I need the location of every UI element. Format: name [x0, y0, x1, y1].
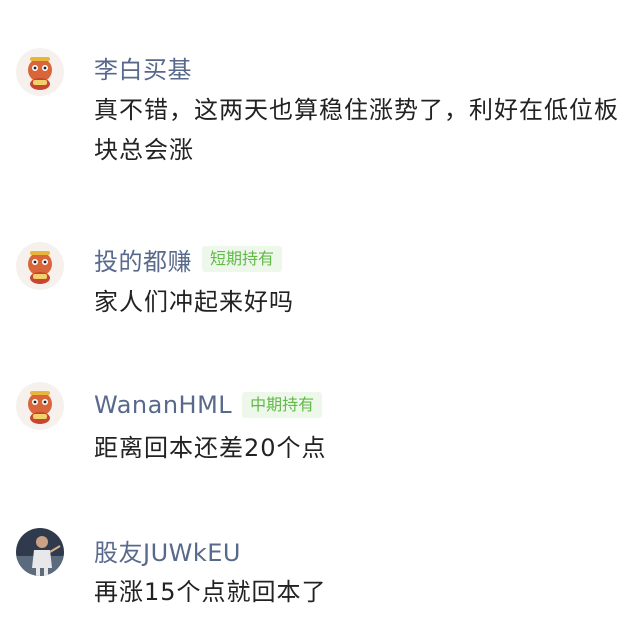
- comment-text: 距离回本还差20个点: [94, 434, 327, 462]
- user-avatar[interactable]: [16, 242, 64, 290]
- comment-text: 再涨15个点就回本了: [94, 578, 327, 606]
- comment-text: 家人们冲起来好吗: [94, 288, 294, 316]
- username[interactable]: 李白买基: [94, 50, 192, 85]
- lion-dance-mascot-icon: [16, 242, 64, 290]
- holding-period-badge: 中期持有: [242, 392, 323, 418]
- name-row: 投的都赚 短期持有: [94, 242, 283, 277]
- name-row: WananHML 中期持有: [94, 390, 323, 420]
- username[interactable]: 股友JUWkEU: [94, 533, 241, 568]
- user-avatar[interactable]: [16, 382, 64, 430]
- comment-text: 真不错，这两天也算稳住涨势了，利好在低位板块总会涨: [94, 96, 619, 164]
- lion-dance-mascot-icon: [16, 48, 64, 96]
- user-avatar[interactable]: [16, 48, 64, 96]
- username[interactable]: WananHML: [94, 391, 232, 419]
- name-row: 股友JUWkEU: [94, 533, 241, 568]
- username[interactable]: 投的都赚: [94, 242, 192, 277]
- holding-period-badge: 短期持有: [202, 246, 283, 272]
- lion-dance-mascot-icon: [16, 382, 64, 430]
- name-row: 李白买基: [94, 50, 192, 85]
- user-avatar[interactable]: [16, 528, 64, 576]
- sports-player-photo-icon: [16, 528, 64, 576]
